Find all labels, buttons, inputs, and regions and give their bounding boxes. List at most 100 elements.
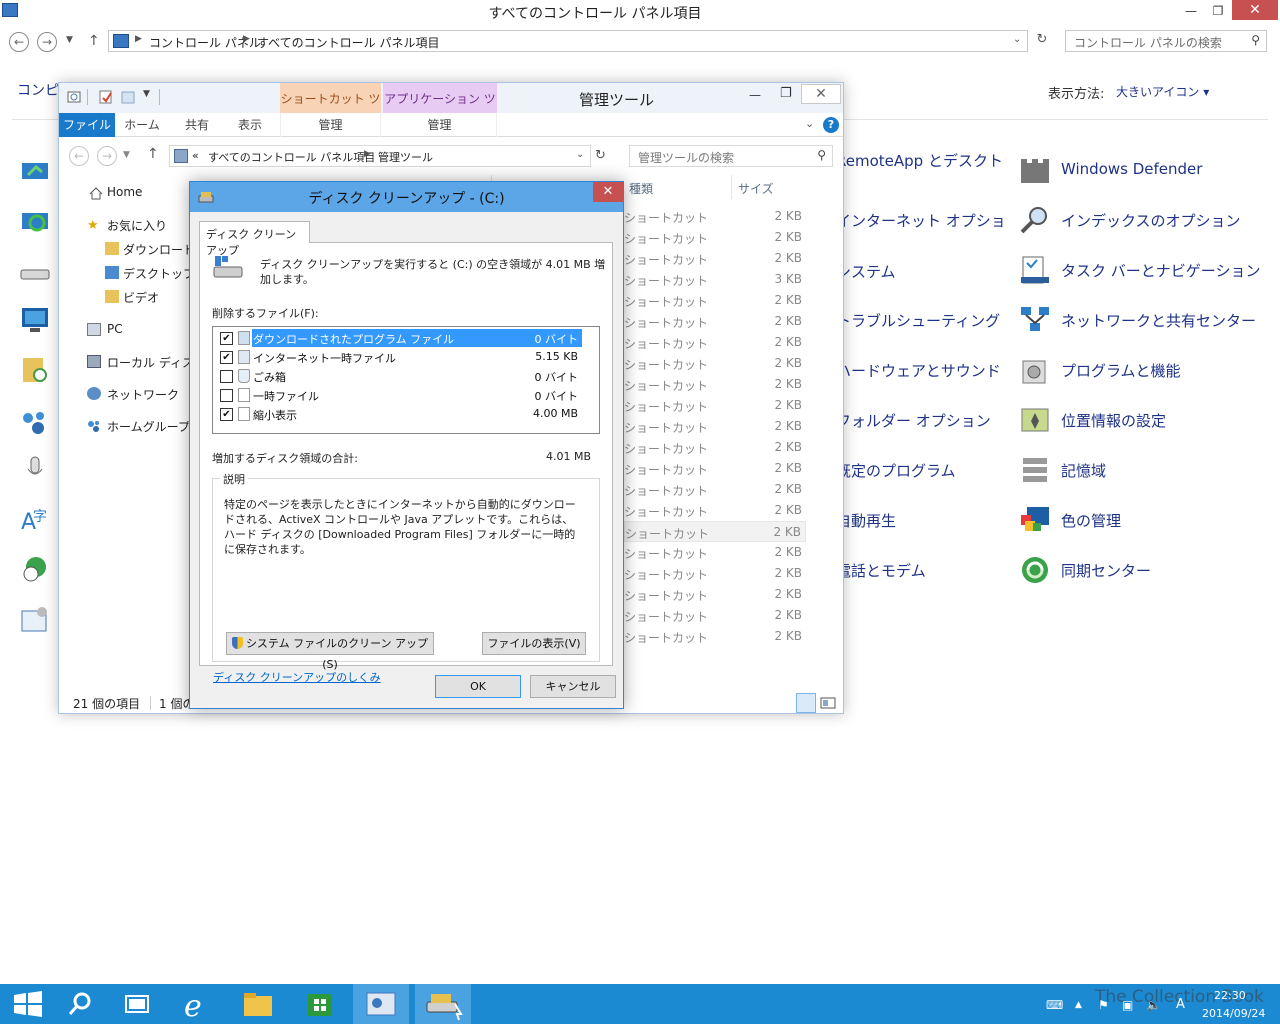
list-item[interactable]: ✔ インターネット一時ファイル 5.15 KB [214, 348, 598, 366]
flag-icon[interactable]: ⚑ [1098, 998, 1109, 1012]
refresh-icon[interactable]: ↻ [595, 148, 606, 163]
list-item[interactable]: ✔ ダウンロードされたプログラム ファイル 0 バイト [214, 329, 598, 347]
table-row[interactable]: ショートカット 2 KB [624, 563, 806, 584]
chevron-down-icon[interactable]: ⌄ [805, 117, 814, 130]
file-checkbox[interactable]: ✔ [220, 332, 233, 345]
cancel-button[interactable]: キャンセル [530, 675, 616, 698]
internet-explorer-icon[interactable]: e [168, 984, 224, 1024]
maximize-button[interactable]: ❐ [1207, 0, 1229, 22]
nav-homegroup[interactable]: ホームグループ [107, 418, 190, 435]
tab-home[interactable]: ホーム [117, 113, 167, 137]
cp-item-hardware-sound[interactable]: ハードウェアとサウンド [836, 360, 1006, 381]
nav-videos[interactable]: ビデオ [123, 289, 159, 306]
sync-icon[interactable] [20, 210, 50, 238]
ime-indicator[interactable]: A [1176, 997, 1185, 1012]
table-row[interactable]: ショートカット 2 KB [624, 416, 806, 437]
nav-network[interactable]: ネットワーク [107, 386, 179, 403]
tab-manage-shortcut[interactable]: 管理 [280, 113, 381, 137]
explorer-minimize-button[interactable]: — [749, 88, 761, 102]
address-bar[interactable]: ▶ コントロール パネル ▶ すべてのコントロール パネル項目 ⌄ [108, 30, 1028, 52]
file-explorer-icon[interactable] [230, 984, 286, 1024]
how-disk-cleanup-works-link[interactable]: ディスク クリーンアップのしくみ [213, 669, 381, 685]
file-checkbox[interactable] [220, 389, 233, 402]
minimize-button[interactable]: — [1180, 0, 1202, 22]
table-row[interactable]: ショートカット 2 KB [624, 290, 806, 311]
cp-item-default-programs[interactable]: 既定のプログラム [836, 460, 1006, 481]
cp-item-troubleshooting[interactable]: トラブルシューティング [836, 310, 1006, 331]
recent-locations-icon[interactable]: ▼ [123, 150, 130, 160]
table-row[interactable]: ショートカット 2 KB [624, 248, 806, 269]
ok-button[interactable]: OK [435, 675, 521, 698]
table-row[interactable]: ショートカット 2 KB [624, 500, 806, 521]
cp-item-phone-modem[interactable]: 電話とモデム [836, 560, 1006, 581]
cp-item-autoplay[interactable]: 自動再生 [836, 510, 1006, 531]
list-item[interactable]: ✔ 縮小表示 4.00 MB [214, 405, 598, 423]
calendar-icon[interactable] [20, 606, 50, 634]
large-icons-view-button[interactable] [820, 695, 836, 711]
search-icon[interactable] [52, 984, 108, 1024]
table-row[interactable]: ショートカット 2 KB [624, 605, 806, 626]
clean-system-files-button[interactable]: システム ファイルのクリーン アップ(S) [226, 632, 434, 671]
tab-disk-cleanup[interactable]: ディスク クリーンアップ [199, 221, 310, 257]
properties-icon[interactable] [67, 90, 81, 104]
clock-globe-icon[interactable] [20, 555, 50, 583]
list-item[interactable]: 一時ファイル 0 バイト [214, 386, 598, 404]
start-button-icon[interactable] [0, 984, 56, 1024]
control-panel-taskbar-icon[interactable] [353, 984, 409, 1024]
tab-file[interactable]: ファイル [59, 113, 115, 137]
view-files-button[interactable]: ファイルの表示(V) [482, 632, 586, 655]
list-item[interactable]: ごみ箱 0 バイト [214, 367, 598, 385]
chevron-down-icon[interactable]: ⌄ [1013, 34, 1021, 45]
table-row[interactable]: ショートカット 2 KB [624, 311, 806, 332]
folder-sync-icon[interactable] [20, 355, 50, 383]
task-view-icon[interactable] [110, 984, 166, 1024]
table-row[interactable]: ショートカット 2 KB [624, 626, 806, 647]
breadcrumb-overflow[interactable]: « [192, 149, 199, 162]
recent-locations-icon[interactable]: ▼ [66, 35, 73, 45]
keyboard-icon[interactable] [20, 260, 50, 288]
tab-view[interactable]: 表示 [225, 113, 275, 137]
table-row[interactable]: ショートカット 2 KB [624, 584, 806, 605]
file-checkbox[interactable] [220, 370, 233, 383]
table-row[interactable]: ショートカット 2 KB [624, 458, 806, 479]
table-row[interactable]: ショートカット 2 KB [624, 374, 806, 395]
close-button[interactable]: ✕ [1232, 0, 1278, 20]
up-button[interactable]: ↑ [147, 146, 159, 162]
table-row[interactable]: ショートカット 2 KB [624, 479, 806, 500]
network-tray-icon[interactable]: ▣ [1122, 998, 1133, 1012]
forward-button[interactable]: → [97, 146, 117, 166]
explorer-close-button[interactable]: ✕ [801, 84, 841, 104]
file-checkbox[interactable]: ✔ [220, 408, 233, 421]
cp-item-system[interactable]: システム [836, 261, 1006, 282]
up-button[interactable]: ↑ [88, 33, 100, 49]
show-hidden-icons-icon[interactable]: ▲ [1075, 1000, 1082, 1010]
table-row[interactable]: ショートカット 2 KB [624, 206, 806, 227]
nav-favorites[interactable]: お気に入り [107, 217, 167, 234]
back-button[interactable]: ← [9, 32, 29, 52]
cp-item-folder-options[interactable]: フォルダー オプション [836, 410, 1006, 431]
files-to-delete-list[interactable]: ✔ ダウンロードされたプログラム ファイル 0 バイト ✔ インターネット一時フ… [212, 326, 600, 434]
clock-time[interactable]: 22:30 [1214, 989, 1246, 1002]
qa-customize-icon[interactable]: ▼ [143, 89, 150, 99]
nav-downloads[interactable]: ダウンロード [123, 241, 195, 258]
table-row[interactable]: ショートカット 3 KB [624, 269, 806, 290]
homegroup-icon[interactable] [20, 408, 50, 436]
view-by-dropdown[interactable]: 大きいアイコン ▾ [1116, 83, 1209, 100]
nav-home[interactable]: Home [107, 185, 142, 199]
table-row[interactable]: ショートカット 2 KB [624, 395, 806, 416]
chevron-down-icon[interactable]: ⌄ [576, 149, 584, 160]
search-input[interactable]: コントロール パネルの検索 ⚲ [1065, 30, 1267, 52]
table-row[interactable]: ショートカット 2 KB [624, 437, 806, 458]
cp-item-remoteapp[interactable]: RemoteApp とデスクトップ接 [836, 150, 1006, 171]
remote-desktop-icon[interactable] [20, 160, 50, 188]
volume-icon[interactable]: 🔈 [1146, 998, 1161, 1012]
keyboard-tray-icon[interactable]: ⌨ [1046, 998, 1063, 1012]
table-row[interactable]: ショートカット 2 KB [624, 542, 806, 563]
table-row[interactable]: ショートカット 2 KB [624, 353, 806, 374]
tab-manage-application[interactable]: 管理 [383, 113, 497, 137]
explorer-maximize-button[interactable]: ❐ [780, 86, 792, 101]
search-icon[interactable]: ⚲ [817, 148, 826, 162]
search-input[interactable]: 管理ツールの検索 ⚲ [629, 145, 833, 167]
language-icon[interactable]: A字 [20, 505, 50, 533]
help-icon[interactable]: ? [823, 117, 839, 133]
